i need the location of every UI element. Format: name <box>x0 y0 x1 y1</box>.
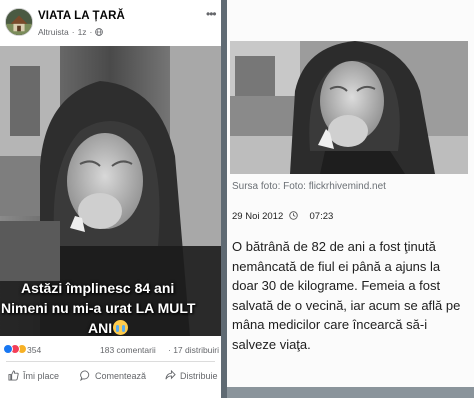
meta-dot: · <box>71 27 75 37</box>
publish-date: 29 Noi 2012 07:23 <box>232 211 333 222</box>
meta-dot: · <box>89 27 93 37</box>
divider <box>6 361 215 362</box>
post-author[interactable]: Altruista <box>38 27 69 37</box>
comment-count[interactable]: 183 comentarii <box>100 345 156 355</box>
body-line: mâna medicilor care încearcă să-i <box>232 317 428 332</box>
comment-label: Comentează <box>95 370 147 381</box>
share-label: Distribuie <box>180 370 218 381</box>
reaction-count[interactable]: 354 <box>27 345 41 355</box>
post-photo[interactable]: Astăzi împlinesc 84 ani Nimeni nu mi-a u… <box>0 46 221 336</box>
page-avatar[interactable] <box>5 8 33 36</box>
post-header: VIATA LA ȚARĂ Altruista · 1z · ••• <box>0 0 221 46</box>
page-name[interactable]: VIATA LA ȚARĂ <box>38 10 125 22</box>
caption-line-3-text: ANI <box>88 320 113 336</box>
share-button[interactable]: Distribuie <box>165 370 218 381</box>
ellipsis-icon[interactable]: ••• <box>206 8 217 20</box>
reaction-icons[interactable] <box>3 344 27 354</box>
post-stats: 354 183 comentarii · 17 distribuiri <box>0 340 221 360</box>
like-reaction-icon <box>3 344 13 354</box>
globe-icon <box>95 28 104 36</box>
like-button[interactable]: Îmi place <box>8 370 59 381</box>
body-line: O bătrână de 82 de ani a fost ţinută <box>232 239 436 254</box>
caption-line-1: Astăzi împlinesc 84 ani <box>21 280 175 296</box>
article-body: O bătrână de 82 de ani a fost ţinută nem… <box>232 237 472 354</box>
facebook-post: VIATA LA ȚARĂ Altruista · 1z · ••• Astăz… <box>0 0 221 398</box>
body-line: doar 30 de kilograme. Femeia a fost <box>232 278 441 293</box>
elderly-woman-photo <box>230 41 468 174</box>
article-photo[interactable] <box>230 41 468 174</box>
news-article: Sursa foto: Foto: flickrhivemind.net 29 … <box>227 0 474 398</box>
date-text: 29 Noi 2012 <box>232 211 284 222</box>
post-time[interactable]: 1z <box>78 27 87 37</box>
time-text: 07:23 <box>309 211 334 222</box>
share-count[interactable]: · 17 distribuiri <box>168 345 219 355</box>
crying-face-emoji <box>113 320 129 335</box>
clock-icon <box>289 211 298 220</box>
screenshot-collage: VIATA LA ȚARĂ Altruista · 1z · ••• Astăz… <box>0 0 474 398</box>
post-actions: Îmi place Comentează Distribuie <box>0 364 221 392</box>
body-line: salvată de o vecină, iar acum se află pe <box>232 297 461 313</box>
body-line: salveze viaţa. <box>232 336 311 352</box>
photo-source: Sursa foto: Foto: flickrhivemind.net <box>232 181 386 192</box>
comment-button[interactable]: Comentează <box>80 370 146 381</box>
comment-bubble-icon <box>80 370 90 381</box>
share-arrow-icon <box>165 370 176 380</box>
caption-line-3: ANI <box>88 318 129 336</box>
body-line: nemâncată de fiul ei până a ajuns la <box>232 258 441 274</box>
caption-line-2: Nimeni nu mi-a urat LA MULT <box>1 300 196 316</box>
post-meta: Altruista · 1z · <box>38 27 104 37</box>
bottom-bar <box>227 387 474 398</box>
like-label: Îmi place <box>23 370 60 381</box>
thumbs-up-icon <box>8 370 19 381</box>
